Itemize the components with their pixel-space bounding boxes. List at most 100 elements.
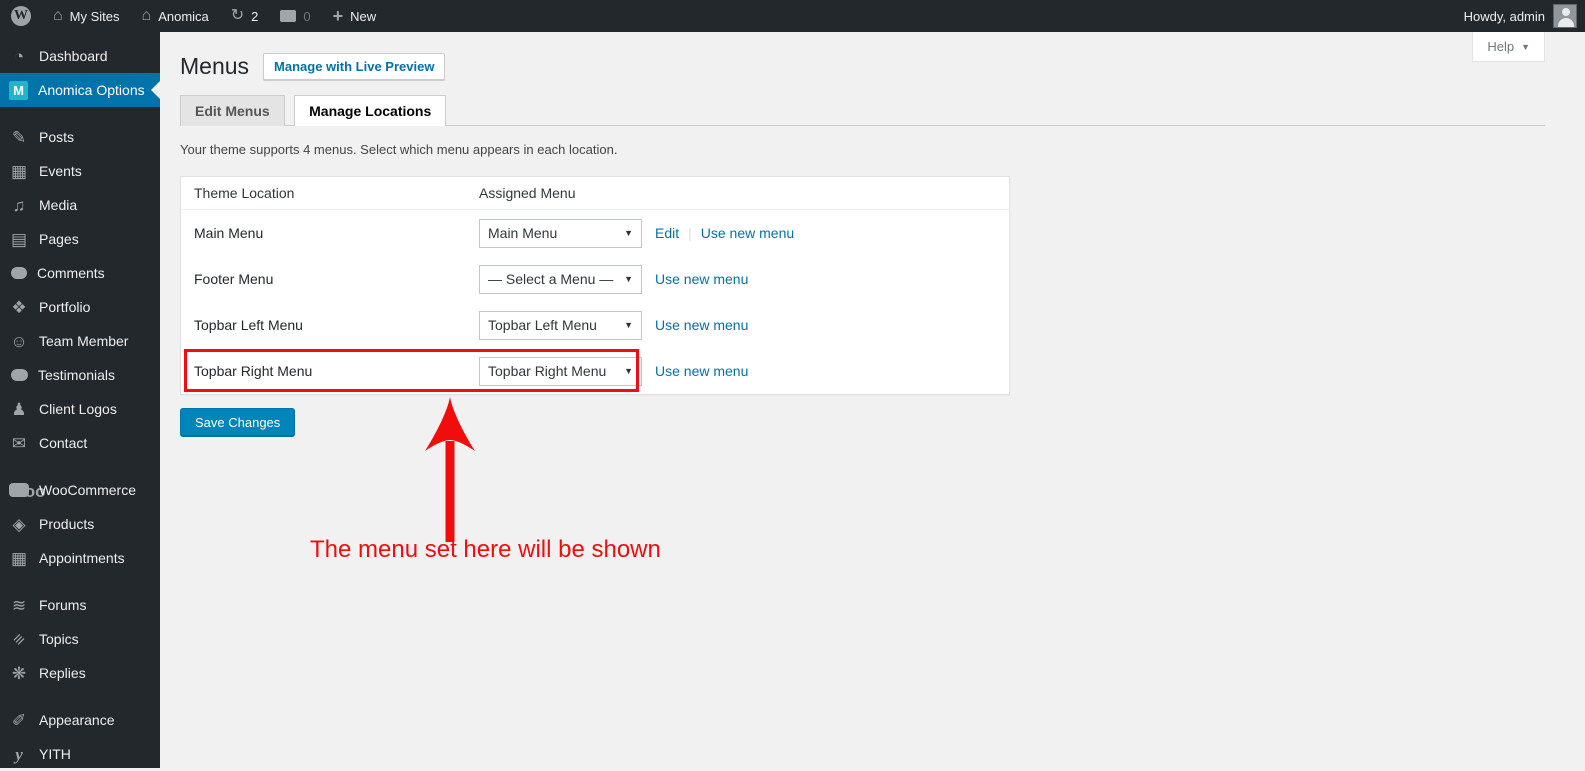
sidebar-item-products[interactable]: ◈ Products	[0, 507, 160, 541]
sidebar-item-label: Contact	[39, 435, 87, 451]
sidebar-item-appointments[interactable]: ▦ Appointments	[0, 541, 160, 575]
sidebar-item-replies[interactable]: ❋ Replies	[0, 656, 160, 690]
yith-logo-icon: y	[9, 746, 29, 763]
person-icon: ♟	[9, 401, 29, 418]
tab-manage-locations[interactable]: Manage Locations	[294, 95, 446, 126]
sidebar-item-appearance[interactable]: ✐ Appearance	[0, 703, 160, 737]
sidebar-item-label: Products	[39, 516, 94, 532]
column-theme-location: Theme Location	[181, 185, 479, 201]
testimonial-bubble-icon: ⋯	[11, 369, 28, 381]
sidebar-item-dashboard[interactable]: ◔ Dashboard	[0, 39, 160, 73]
sidebar-item-comments[interactable]: Comments	[0, 256, 160, 290]
my-sites-menu[interactable]: ⌂ My Sites	[42, 0, 131, 32]
sidebar-item-topics[interactable]: ≡ Topics	[0, 622, 160, 656]
column-assigned-menu: Assigned Menu	[479, 185, 576, 201]
comments-count: 0	[303, 9, 310, 24]
assigned-menu-select[interactable]: — Select a Menu — ▼	[479, 265, 642, 294]
sidebar-item-label: Anomica Options	[38, 82, 145, 98]
dashboard-icon: ◔	[9, 48, 29, 65]
sidebar-item-label: Appointments	[39, 550, 125, 566]
bee-icon: ❋	[9, 665, 29, 682]
assigned-menu-select[interactable]: Main Menu ▼	[479, 219, 642, 248]
sidebar-item-media[interactable]: ♫ Media	[0, 188, 160, 222]
edit-menu-link[interactable]: Edit	[655, 225, 679, 241]
select-caret-icon: ▼	[624, 366, 633, 376]
selected-menu-value: Topbar Left Menu	[488, 317, 597, 333]
media-icon: ♫	[9, 197, 29, 214]
site-name-menu[interactable]: ⌂ Anomica	[131, 0, 220, 32]
selected-menu-value: — Select a Menu —	[488, 271, 613, 287]
home-icon: ⌂	[142, 8, 152, 24]
plus-icon: +	[333, 7, 344, 25]
sidebar-item-posts[interactable]: ✎ Posts	[0, 120, 160, 154]
sidebar-item-portfolio[interactable]: ❖ Portfolio	[0, 290, 160, 324]
sidebar-item-pages[interactable]: ▤ Pages	[0, 222, 160, 256]
sidebar-item-testimonials[interactable]: ⋯ Testimonials	[0, 358, 160, 392]
account-menu[interactable]: Howdy, admin	[1464, 4, 1585, 28]
my-sites-label: My Sites	[70, 9, 120, 24]
sidebar-item-forums[interactable]: ≋ Forums	[0, 588, 160, 622]
avatar	[1553, 4, 1577, 28]
new-content-menu[interactable]: + New	[322, 0, 388, 32]
wordpress-menu[interactable]: W	[0, 0, 42, 32]
sidebar-item-label: Team Member	[39, 333, 128, 349]
calendar-icon: ▦	[9, 163, 29, 180]
tab-bar: Edit Menus Manage Locations	[180, 94, 1545, 126]
howdy-text: Howdy, admin	[1464, 9, 1545, 24]
my-sites-icon: ⌂	[53, 8, 63, 24]
sidebar-item-label: Topics	[39, 631, 79, 647]
pages-icon: ▤	[9, 231, 29, 248]
assigned-menu-select[interactable]: Topbar Left Menu ▼	[479, 311, 642, 340]
sidebar-item-team-member[interactable]: ☺ Team Member	[0, 324, 160, 358]
sidebar-item-label: Posts	[39, 129, 74, 145]
sidebar-item-label: WooCommerce	[39, 482, 136, 498]
content-area: Help ▼ Menus Manage with Live Preview Ed…	[160, 32, 1585, 768]
people-icon: ☺	[9, 333, 29, 350]
brush-icon: ✐	[9, 712, 29, 729]
tab-edit-menus[interactable]: Edit Menus	[180, 95, 285, 126]
appointments-calendar-icon: ▦	[9, 550, 29, 567]
updates-menu[interactable]: ↻ 2	[220, 0, 270, 32]
chevron-down-icon: ▼	[1521, 42, 1530, 52]
sidebar-item-label: YITH	[39, 746, 71, 762]
sidebar-item-label: Appearance	[39, 712, 115, 728]
sidebar-item-contact[interactable]: ✉ Contact	[0, 426, 160, 460]
sidebar-item-label: Forums	[39, 597, 86, 613]
menu-locations-table: Theme Location Assigned Menu Main Menu M…	[180, 176, 1010, 395]
location-label: Main Menu	[181, 225, 479, 241]
sidebar-item-anomica-options[interactable]: M Anomica Options	[0, 73, 160, 107]
sidebar-gap	[0, 575, 160, 588]
select-caret-icon: ▼	[624, 228, 633, 238]
selected-menu-value: Main Menu	[488, 225, 557, 241]
table-row: Topbar Left Menu Topbar Left Menu ▼ Use …	[181, 302, 1009, 348]
anomica-logo-icon: M	[9, 81, 28, 100]
sidebar-item-woocommerce[interactable]: Woo WooCommerce	[0, 473, 160, 507]
sidebar-item-yith[interactable]: y YITH	[0, 737, 160, 771]
sidebar-item-client-logos[interactable]: ♟ Client Logos	[0, 392, 160, 426]
sidebar-item-label: Pages	[39, 231, 79, 247]
sidebar-gap	[0, 460, 160, 473]
admin-bar: W ⌂ My Sites ⌂ Anomica ↻ 2 0 + New Howdy…	[0, 0, 1585, 32]
sidebar-item-label: Dashboard	[39, 48, 108, 64]
save-changes-button[interactable]: Save Changes	[180, 408, 295, 437]
help-label: Help	[1487, 39, 1514, 54]
envelope-icon: ✉	[9, 435, 29, 452]
location-label: Footer Menu	[181, 271, 479, 287]
help-button[interactable]: Help ▼	[1472, 32, 1545, 62]
use-new-menu-link[interactable]: Use new menu	[655, 317, 748, 333]
manage-live-preview-button[interactable]: Manage with Live Preview	[263, 53, 445, 80]
updates-icon: ↻	[231, 8, 244, 24]
assigned-menu-select[interactable]: Topbar Right Menu ▼	[479, 357, 642, 386]
sidebar-item-label: Client Logos	[39, 401, 117, 417]
comment-bubble-icon	[11, 267, 27, 279]
use-new-menu-link[interactable]: Use new menu	[655, 271, 748, 287]
topics-icon: ≡	[9, 629, 28, 648]
comments-menu[interactable]: 0	[269, 0, 321, 32]
pushpin-icon: ✎	[9, 129, 29, 146]
use-new-menu-link[interactable]: Use new menu	[655, 363, 748, 379]
sidebar-item-label: Portfolio	[39, 299, 90, 315]
portfolio-grid-icon: ❖	[9, 299, 29, 316]
select-caret-icon: ▼	[624, 274, 633, 284]
use-new-menu-link[interactable]: Use new menu	[701, 225, 794, 241]
sidebar-item-events[interactable]: ▦ Events	[0, 154, 160, 188]
